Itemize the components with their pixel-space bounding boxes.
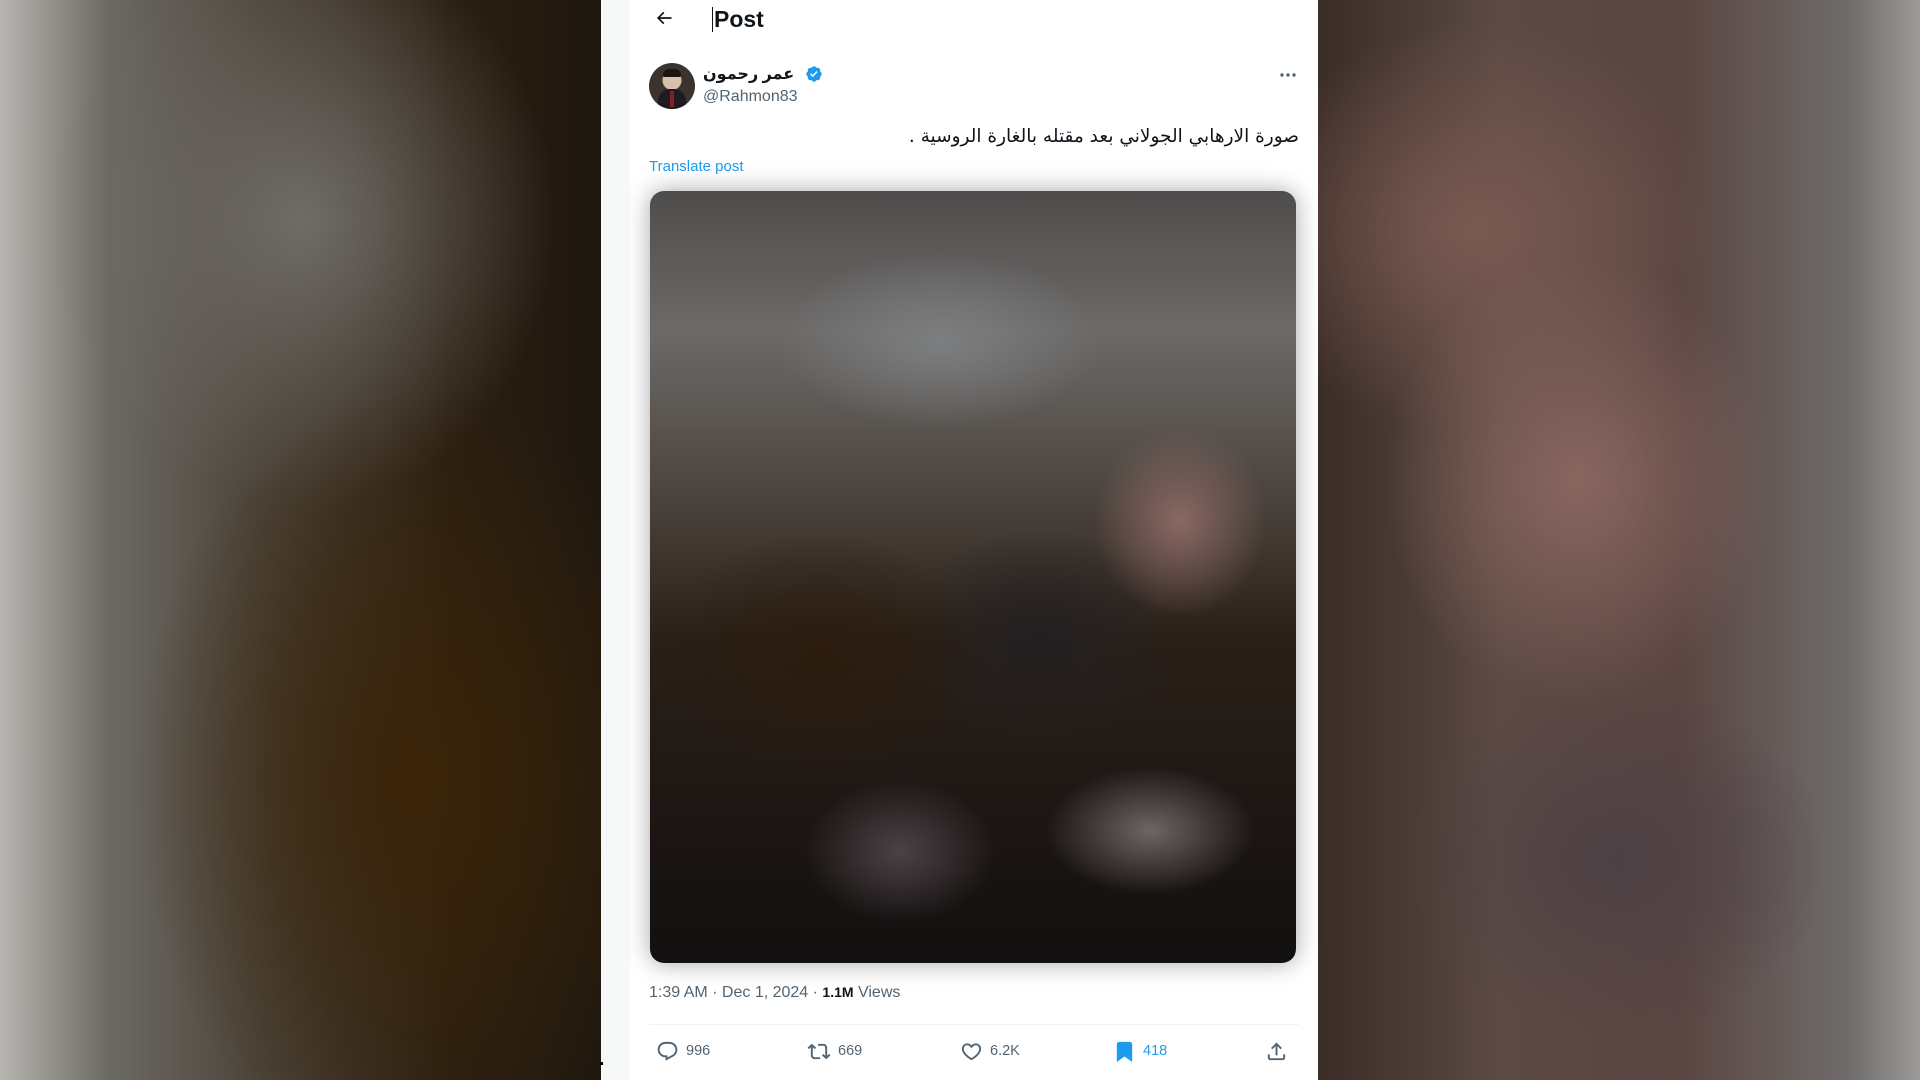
- author-handle[interactable]: @Rahmon83: [703, 88, 798, 106]
- reply-button[interactable]: 996: [656, 1036, 710, 1066]
- edge-dot: [600, 1062, 603, 1065]
- blurred-backdrop-left: [0, 0, 601, 1080]
- heart-icon: [960, 1040, 983, 1063]
- frame-edge: [601, 0, 631, 1080]
- post-header: Post: [630, 0, 1318, 40]
- avatar-hair: [663, 69, 681, 77]
- bookmark-count: 418: [1143, 1043, 1168, 1059]
- reply-icon: [656, 1040, 679, 1063]
- translate-post-link[interactable]: Translate post: [649, 158, 744, 175]
- post-time-date[interactable]: 1:39 AM · Dec 1, 2024 ·: [649, 984, 822, 1001]
- bookmark-filled-icon: [1113, 1040, 1136, 1063]
- bookmark-button[interactable]: 418: [1113, 1036, 1167, 1066]
- share-button[interactable]: [1265, 1036, 1288, 1066]
- avatar-tie: [670, 91, 674, 107]
- post-text: صورة الارهابي الجولاني بعد مقتله بالغارة…: [908, 126, 1299, 147]
- like-count: 6.2K: [990, 1043, 1020, 1059]
- repost-count: 669: [838, 1043, 863, 1059]
- action-bar: 996 669 6.2K 418: [649, 1036, 1299, 1066]
- more-dots-icon: [1279, 65, 1297, 83]
- more-options-button[interactable]: [1276, 65, 1300, 83]
- blurred-backdrop-right: [1318, 0, 1920, 1080]
- post-media-image[interactable]: [650, 191, 1296, 963]
- repost-button[interactable]: 669: [807, 1036, 862, 1066]
- author-display-name[interactable]: عمر رحمون: [703, 64, 794, 84]
- post-author: عمر رحمون @Rahmon83: [649, 63, 1299, 113]
- views-count: 1.1M: [822, 984, 854, 1000]
- page-title: Post: [712, 6, 764, 32]
- avatar[interactable]: [649, 63, 695, 109]
- back-button[interactable]: [650, 6, 678, 34]
- reply-count: 996: [686, 1043, 711, 1059]
- views-label: Views: [853, 984, 901, 1001]
- share-upload-icon: [1265, 1040, 1288, 1063]
- divider: [649, 1024, 1299, 1025]
- like-button[interactable]: 6.2K: [960, 1036, 1020, 1066]
- repost-icon: [807, 1040, 831, 1063]
- arrow-left-icon: [654, 8, 674, 33]
- verified-badge-icon[interactable]: [805, 65, 823, 83]
- post-panel: Post عمر رحمون @Rahmon83 صورة الارهابي ا…: [630, 0, 1318, 1080]
- post-timestamp: 1:39 AM · Dec 1, 2024 · 1.1M Views: [649, 984, 900, 1002]
